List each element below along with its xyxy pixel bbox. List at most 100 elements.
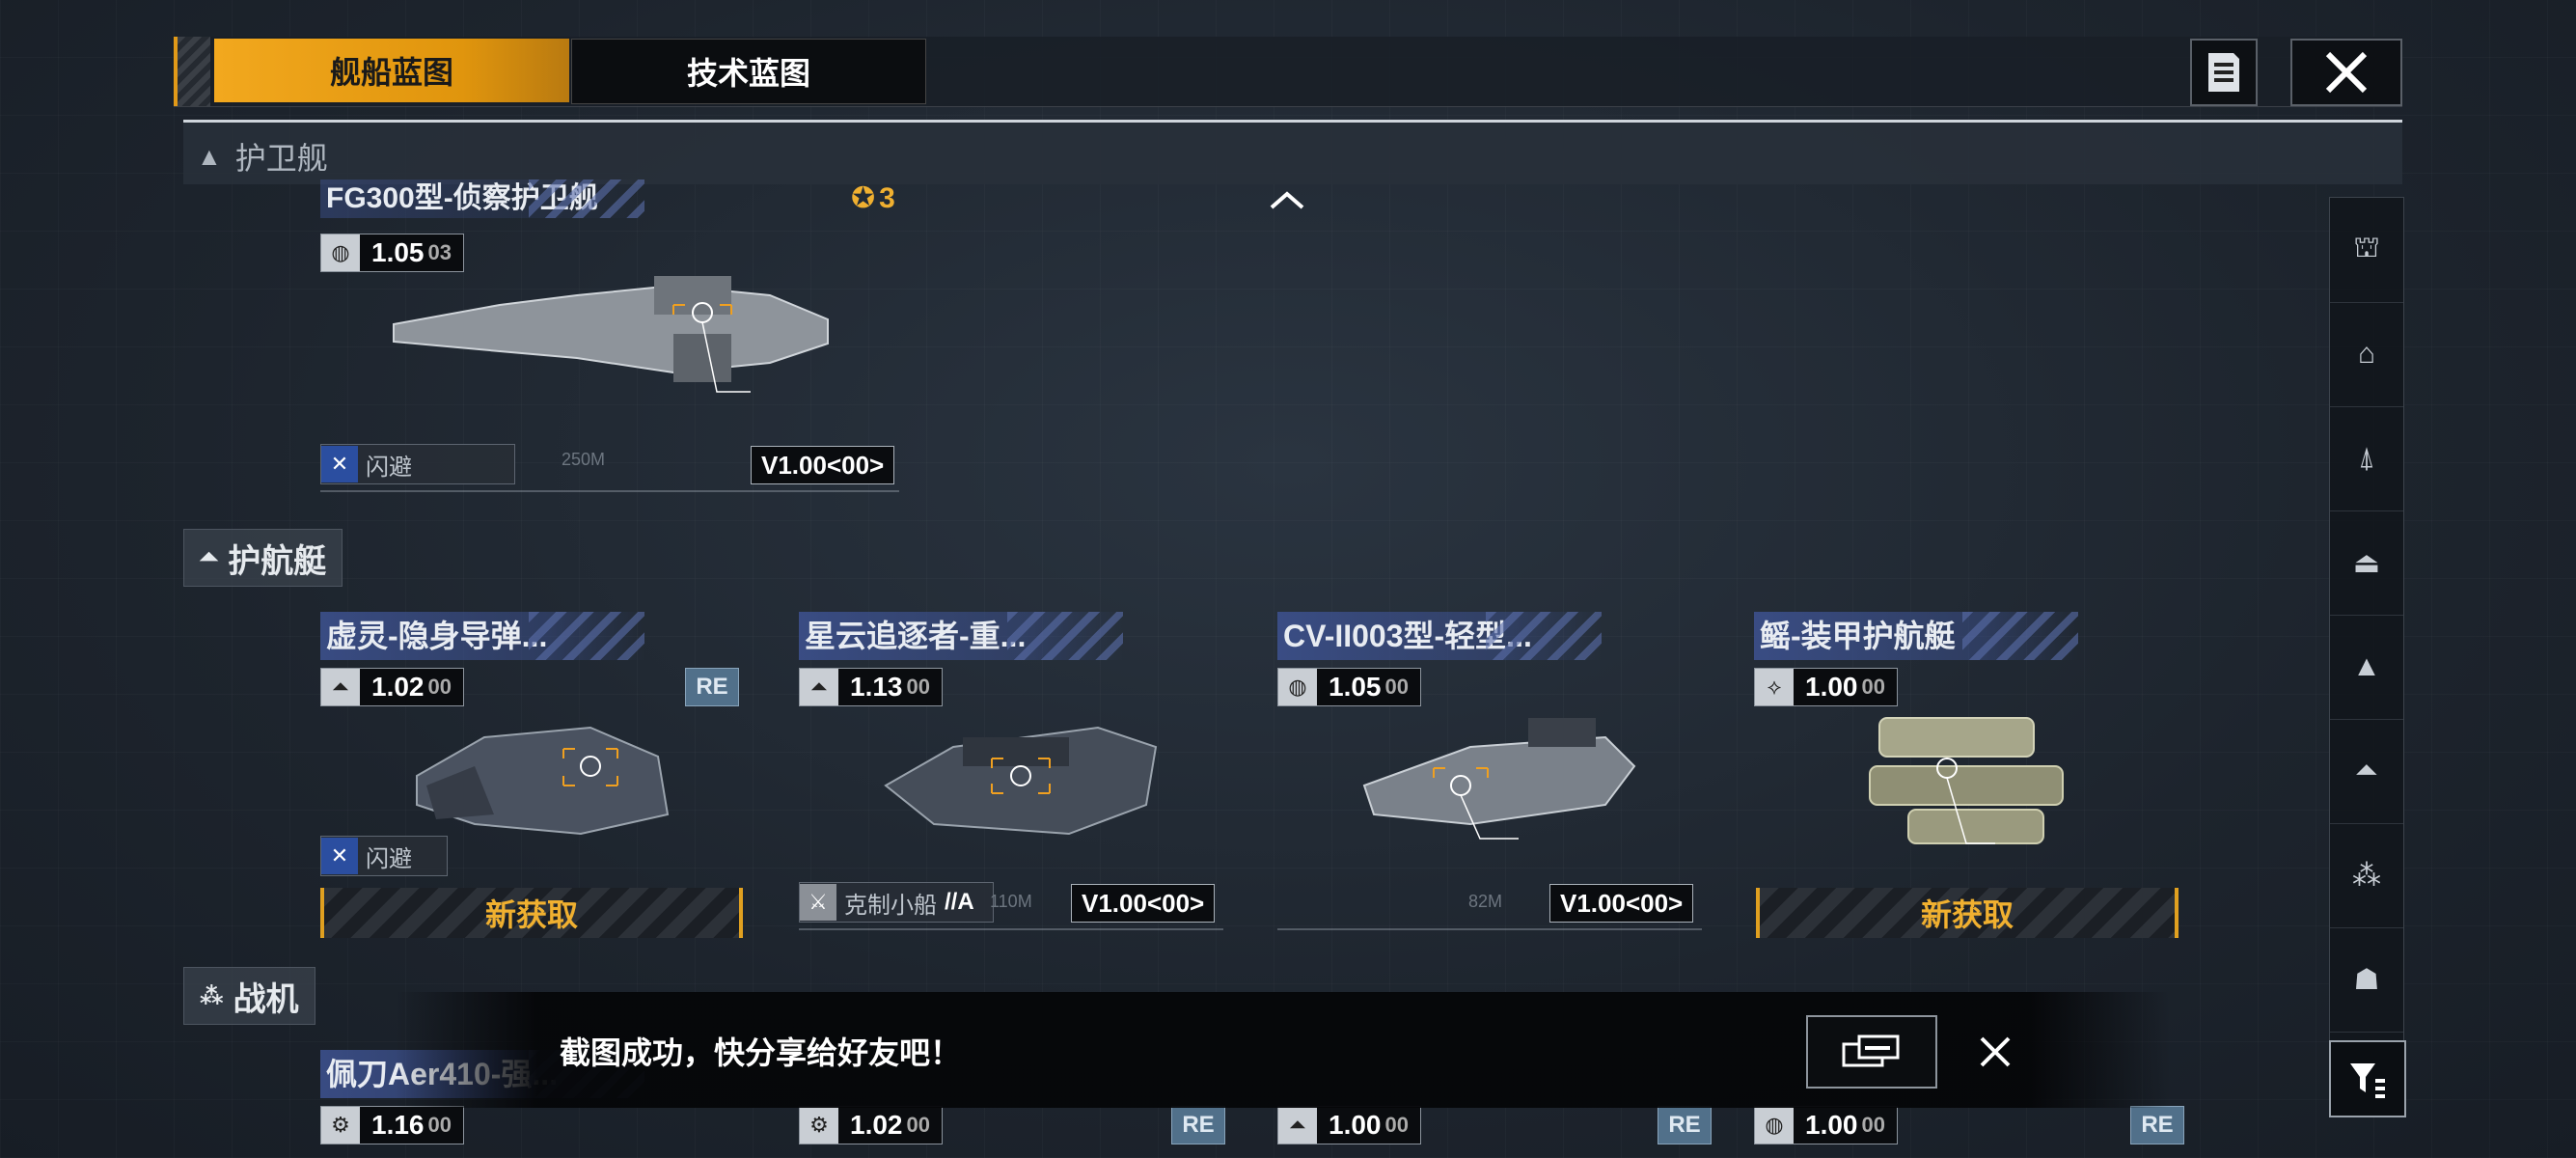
version-badge: ⚙ 1.02 00 <box>799 1106 943 1144</box>
ship-class-sidebar: ⛫ ⌂ ⍋ ⏏ ▲ ⏶ ⁂ ☗ <box>2329 197 2404 1116</box>
ship-card-frigate[interactable]: FG300型-侦察护卫舰 ◍ 1.05 03 ✕ 闪避 V1.00<00> 250… <box>320 179 918 498</box>
tab-ship-blueprints[interactable]: 舰船蓝图 <box>214 39 569 102</box>
build-version: V1.00<00> <box>1071 884 1216 923</box>
medal-count: 3 <box>879 181 895 214</box>
filter-button[interactable] <box>2329 1040 2406 1117</box>
toast-message: 截图成功，快分享给好友吧！ <box>560 1035 962 1070</box>
scale-label: 250M <box>562 450 606 469</box>
medal-badge: ✪ 3 <box>851 181 895 215</box>
fighter-class-icon: ⚙ <box>321 1107 360 1144</box>
fighter-icon: ⁂ <box>2352 859 2381 892</box>
version-sub: 03 <box>427 240 452 264</box>
version-sub: 00 <box>1861 1113 1885 1137</box>
toast-close-button[interactable] <box>1968 1025 2022 1079</box>
fighter-class-icon: ⏶ <box>1278 1107 1317 1144</box>
evade-icon: ✕ <box>321 838 358 874</box>
cruiser-icon: ⍋ <box>2358 442 2375 474</box>
destroyer-icon: ⏏ <box>2352 546 2381 579</box>
version-sub: 00 <box>1384 1113 1409 1137</box>
re-badge: RE <box>1171 1106 1225 1144</box>
share-icon <box>1842 1034 1900 1067</box>
share-button[interactable] <box>1806 1015 1937 1089</box>
collapse-button[interactable] <box>1264 183 1310 218</box>
version-sub: 00 <box>1861 675 1885 699</box>
sidebar-item-battleship[interactable]: ⛫ <box>2330 198 2403 303</box>
trait-label: 克制小船 <box>844 892 937 919</box>
corvette-ship-image <box>1869 717 2064 844</box>
document-icon <box>2208 53 2239 92</box>
version-sub: 00 <box>427 1113 452 1137</box>
close-button[interactable] <box>2290 39 2402 106</box>
close-icon <box>2325 51 2368 94</box>
section-frigate-header[interactable]: ▲ 护卫舰 <box>183 120 2402 184</box>
triangle-up-icon: ▲ <box>197 141 222 171</box>
trait-tag: ⚔ 克制小船 //A <box>799 882 994 923</box>
document-button[interactable] <box>2190 39 2258 106</box>
version-number: 1.16 <box>371 1110 425 1140</box>
filter-icon <box>2350 1063 2385 1098</box>
corvette-icon: ⏶ <box>2355 755 2378 786</box>
re-badge: RE <box>685 668 739 706</box>
battleship-icon: ⛫ <box>2353 232 2380 263</box>
ship-card-corvette[interactable]: CV-II003型-轻型... ◍ 1.05 00 82M V1.00<00> <box>1277 612 1702 940</box>
sidebar-item-auxiliary[interactable]: ☗ <box>2330 927 2403 1033</box>
re-badge: RE <box>1658 1106 1712 1144</box>
trait-tag: ✕ 闪避 <box>320 444 515 484</box>
globe-icon: ◍ <box>1755 1107 1794 1144</box>
version-sub: 00 <box>1384 675 1409 699</box>
carrier-icon: ⌂ <box>2357 338 2376 370</box>
version-sub: 00 <box>427 675 452 699</box>
section-fighter-header[interactable]: ⁂ 战机 <box>183 967 315 1025</box>
sidebar-item-frigate[interactable]: ▲ <box>2330 615 2403 720</box>
ship-card-corvette[interactable]: 星云追逐者-重... ⏶ 1.13 00 ⚔ 克制小船 //A 110M V1.0… <box>799 612 1223 940</box>
version-sub: 00 <box>906 1113 930 1137</box>
trait-tag: ✕ 闪避 <box>320 836 448 876</box>
sidebar-item-cruiser[interactable]: ⍋ <box>2330 406 2403 511</box>
corvette-ship-image <box>884 726 1158 836</box>
section-fighter-label: 战机 <box>233 980 299 1018</box>
version-number: 1.00 <box>1329 1110 1382 1140</box>
re-badge: RE <box>2130 1106 2184 1144</box>
version-badge: ⚙ 1.16 00 <box>320 1106 464 1144</box>
sidebar-item-corvette[interactable]: ⏶ <box>2330 719 2403 824</box>
version-number: 1.02 <box>850 1110 903 1140</box>
ship-card-corvette[interactable]: 虚灵-隐身导弹... ⏶ 1.02 00 RE ✕ 闪避 新获取 <box>320 612 745 940</box>
version-number: 1.00 <box>1805 1110 1858 1140</box>
ship-title: CV-II003型-轻型... <box>1277 612 1602 660</box>
new-acquired-button[interactable]: 新获取 <box>320 888 743 938</box>
scale-ruler <box>799 928 1223 930</box>
tab-tech-blueprints[interactable]: 技术蓝图 <box>571 39 926 104</box>
top-bar-accent <box>174 37 210 106</box>
globe-icon: ◍ <box>1278 669 1317 705</box>
version-badge: ⏶ 1.00 00 <box>1277 1106 1421 1144</box>
corvette-ship-image <box>1362 718 1636 840</box>
scale-label: 110M <box>990 892 1032 911</box>
new-acquired-button[interactable]: 新获取 <box>1756 888 2179 938</box>
fighter-icon: ⁂ <box>200 982 224 1009</box>
ship-card-corvette[interactable]: 鳐-装甲护航艇 ⟡ 1.00 00 新获取 <box>1754 612 2179 940</box>
ship-class-icon: ⏶ <box>321 669 360 705</box>
section-corvette-label: 护航艇 <box>228 542 327 580</box>
ship-title: 鳐-装甲护航艇 <box>1754 612 2078 660</box>
ship-title: FG300型-侦察护卫舰 <box>320 179 644 218</box>
sidebar-item-carrier[interactable]: ⌂ <box>2330 302 2403 407</box>
ship-title: 星云追逐者-重... <box>799 612 1123 660</box>
scale-ruler <box>320 490 899 492</box>
version-sub: 00 <box>906 675 930 699</box>
sidebar-item-fighter[interactable]: ⁂ <box>2330 823 2403 928</box>
section-corvette-header[interactable]: ⏶ 护航艇 <box>183 529 343 587</box>
globe-icon: ◍ <box>321 234 360 271</box>
auxiliary-icon: ☗ <box>2353 963 2380 996</box>
counter-icon: ⚔ <box>800 884 836 921</box>
close-icon <box>1980 1036 2011 1067</box>
fighter-class-icon: ⚙ <box>800 1107 838 1144</box>
scale-ruler <box>1277 928 1702 930</box>
corvette-icon: ⏶ <box>200 544 219 570</box>
build-version: V1.00<00> <box>1549 884 1694 923</box>
build-version: V1.00<00> <box>751 446 895 484</box>
chevron-up-icon <box>1270 191 1304 209</box>
sidebar-item-destroyer[interactable]: ⏏ <box>2330 510 2403 616</box>
scale-label: 82M <box>1468 892 1503 911</box>
version-badge: ◍ 1.00 00 <box>1754 1106 1898 1144</box>
trait-label: 闪避 <box>366 845 412 872</box>
